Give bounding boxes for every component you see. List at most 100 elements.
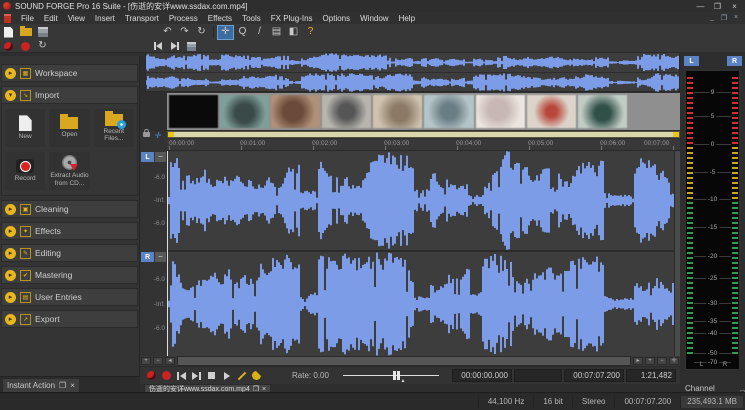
- loop-start-handle[interactable]: [168, 132, 174, 137]
- sidebar-item-editing[interactable]: ▸ ✎ Editing: [1, 244, 138, 262]
- stop-button[interactable]: [204, 369, 219, 382]
- undo-icon[interactable]: ↶: [160, 26, 175, 39]
- left-channel-button[interactable]: L: [141, 152, 154, 162]
- menu-fx-plugins[interactable]: FX Plug-Ins: [266, 14, 318, 23]
- paste-special-icon[interactable]: [184, 40, 199, 53]
- record-icon[interactable]: [18, 40, 33, 53]
- zoom-out-time-icon[interactable]: −: [657, 357, 667, 365]
- zoom-selection-icon[interactable]: ✛: [669, 357, 679, 365]
- rate-slider-handle[interactable]: [393, 371, 400, 380]
- left-channel-waveform[interactable]: [167, 151, 674, 250]
- sidebar-item-export[interactable]: ▸ ↗ Export: [1, 310, 138, 328]
- sidebar-item-mastering[interactable]: ▸ ✔ Mastering: [1, 266, 138, 284]
- menu-transport[interactable]: Transport: [120, 14, 164, 23]
- play-button[interactable]: [219, 369, 234, 382]
- edit-tool-icon[interactable]: ✛: [218, 26, 233, 39]
- menu-effects[interactable]: Effects: [203, 14, 237, 23]
- overview-left-channel[interactable]: [146, 53, 679, 72]
- menu-options[interactable]: Options: [318, 14, 356, 23]
- help-icon[interactable]: ?: [303, 26, 318, 39]
- menu-insert[interactable]: Insert: [90, 14, 120, 23]
- menu-edit[interactable]: Edit: [39, 14, 63, 23]
- loop-playback-icon[interactable]: ↻: [35, 40, 50, 53]
- horizontal-scrollbar[interactable]: [177, 356, 631, 366]
- loop-end-handle[interactable]: [673, 132, 679, 137]
- go-to-start-icon[interactable]: [150, 40, 165, 53]
- meter-right-button[interactable]: R: [727, 56, 742, 66]
- save-file-icon[interactable]: [35, 26, 50, 39]
- sidebar-item-cleaning[interactable]: ▸ ▣ Cleaning: [1, 200, 138, 218]
- envelope-tool-icon[interactable]: ▤: [269, 26, 284, 39]
- left-minimize-button[interactable]: −: [155, 152, 166, 162]
- pencil-tool-icon[interactable]: /: [252, 26, 267, 39]
- waveform-display[interactable]: [167, 151, 674, 356]
- video-thumbnail-strip[interactable]: [167, 93, 680, 130]
- right-channel-waveform[interactable]: [167, 252, 674, 356]
- overview-right-channel[interactable]: [146, 73, 679, 92]
- menu-file[interactable]: File: [16, 14, 39, 23]
- selection-field[interactable]: [514, 369, 562, 382]
- right-minimize-button[interactable]: −: [155, 252, 166, 262]
- redo-icon[interactable]: ↷: [177, 26, 192, 39]
- menu-view[interactable]: View: [63, 14, 90, 23]
- repeat-icon[interactable]: ↻: [194, 26, 209, 39]
- menu-help[interactable]: Help: [394, 14, 420, 23]
- time-ruler[interactable]: 00:00:00 00:01:00 00:02:00 00:03:00 00:0…: [167, 139, 680, 151]
- zoom-out-icon[interactable]: −: [153, 357, 163, 365]
- record-remote-icon[interactable]: [1, 40, 16, 53]
- menu-process[interactable]: Process: [164, 14, 203, 23]
- event-tool-icon[interactable]: ◧: [286, 26, 301, 39]
- mdi-close-icon[interactable]: ×: [730, 14, 742, 22]
- sidebar-item-workspace[interactable]: ▸ ▦ Workspace: [1, 64, 138, 82]
- chevron-right-icon: ▸: [5, 292, 16, 303]
- loop-playback-button[interactable]: [249, 369, 264, 382]
- record-remote-button[interactable]: [144, 369, 159, 382]
- menu-tools[interactable]: Tools: [237, 14, 266, 23]
- cursor-position-field[interactable]: 00:00:00.000: [452, 369, 512, 382]
- meter-left-button[interactable]: L: [684, 56, 699, 66]
- vertical-scrollbar[interactable]: [674, 151, 680, 356]
- mdi-minimize-icon[interactable]: _: [706, 14, 718, 22]
- right-channel-button[interactable]: R: [141, 252, 154, 262]
- menu-window[interactable]: Window: [355, 14, 393, 23]
- sidebar-item-effects[interactable]: ▸ ✦ Effects: [1, 222, 138, 240]
- recent-files-action[interactable]: Recent Files...: [94, 109, 134, 147]
- close-icon[interactable]: ×: [726, 2, 743, 11]
- new-file-icon[interactable]: [1, 26, 16, 39]
- magnify-tool-icon[interactable]: ✛: [154, 131, 161, 140]
- go-to-end-button[interactable]: [189, 369, 204, 382]
- playback-cursor[interactable]: [167, 151, 168, 356]
- float-icon[interactable]: ❐: [59, 381, 66, 390]
- go-to-start-button[interactable]: [174, 369, 189, 382]
- extract-audio-action[interactable]: Extract Audio from CD...: [49, 152, 89, 190]
- new-action[interactable]: New: [5, 109, 45, 147]
- rate-slider[interactable]: ▲: [343, 370, 439, 381]
- minimize-icon[interactable]: —: [692, 2, 709, 11]
- scroll-left-icon[interactable]: ◂: [165, 357, 175, 365]
- tab-instant-action[interactable]: Instant Action ❐ ×: [2, 378, 80, 393]
- zoom-in-time-icon[interactable]: +: [645, 357, 655, 365]
- mdi-restore-icon[interactable]: ❐: [718, 14, 730, 22]
- overview-waveform[interactable]: [145, 52, 680, 92]
- loop-region-bar[interactable]: [167, 131, 680, 138]
- level-meter: 9 5 0 -5 -10 -15 -20 -25 -30 -35 -40 -50…: [685, 70, 740, 370]
- record-action[interactable]: Record: [5, 152, 45, 190]
- zoom-in-icon[interactable]: +: [141, 357, 151, 365]
- record-button[interactable]: [159, 369, 174, 382]
- lock-icon[interactable]: [143, 132, 150, 137]
- go-to-end-icon[interactable]: [167, 40, 182, 53]
- play-as-cutlist-button[interactable]: [234, 369, 249, 382]
- close-icon[interactable]: ×: [70, 381, 75, 390]
- open-file-icon[interactable]: [18, 26, 33, 39]
- open-action[interactable]: Open: [49, 109, 89, 147]
- samples-field[interactable]: 1:21,482: [626, 369, 676, 382]
- magnify-tool-icon[interactable]: Q: [235, 26, 250, 39]
- scroll-right-icon[interactable]: ▸: [633, 357, 643, 365]
- sidebar-item-user-entries[interactable]: ▸ ▤ User Entries: [1, 288, 138, 306]
- channel-gutter: ✛ L − -6.0 -Inf. -6.0 R − -6.0 -Inf. -6.…: [140, 131, 167, 356]
- sidebar-item-import[interactable]: ▾ ↘ Import: [1, 86, 138, 104]
- duration-field[interactable]: 00:07:07.200: [564, 369, 624, 382]
- video-frame: [271, 95, 320, 128]
- time-fields: 00:00:00.000 00:07:07.200 1:21,482: [452, 369, 676, 382]
- maximize-icon[interactable]: ❐: [709, 2, 726, 11]
